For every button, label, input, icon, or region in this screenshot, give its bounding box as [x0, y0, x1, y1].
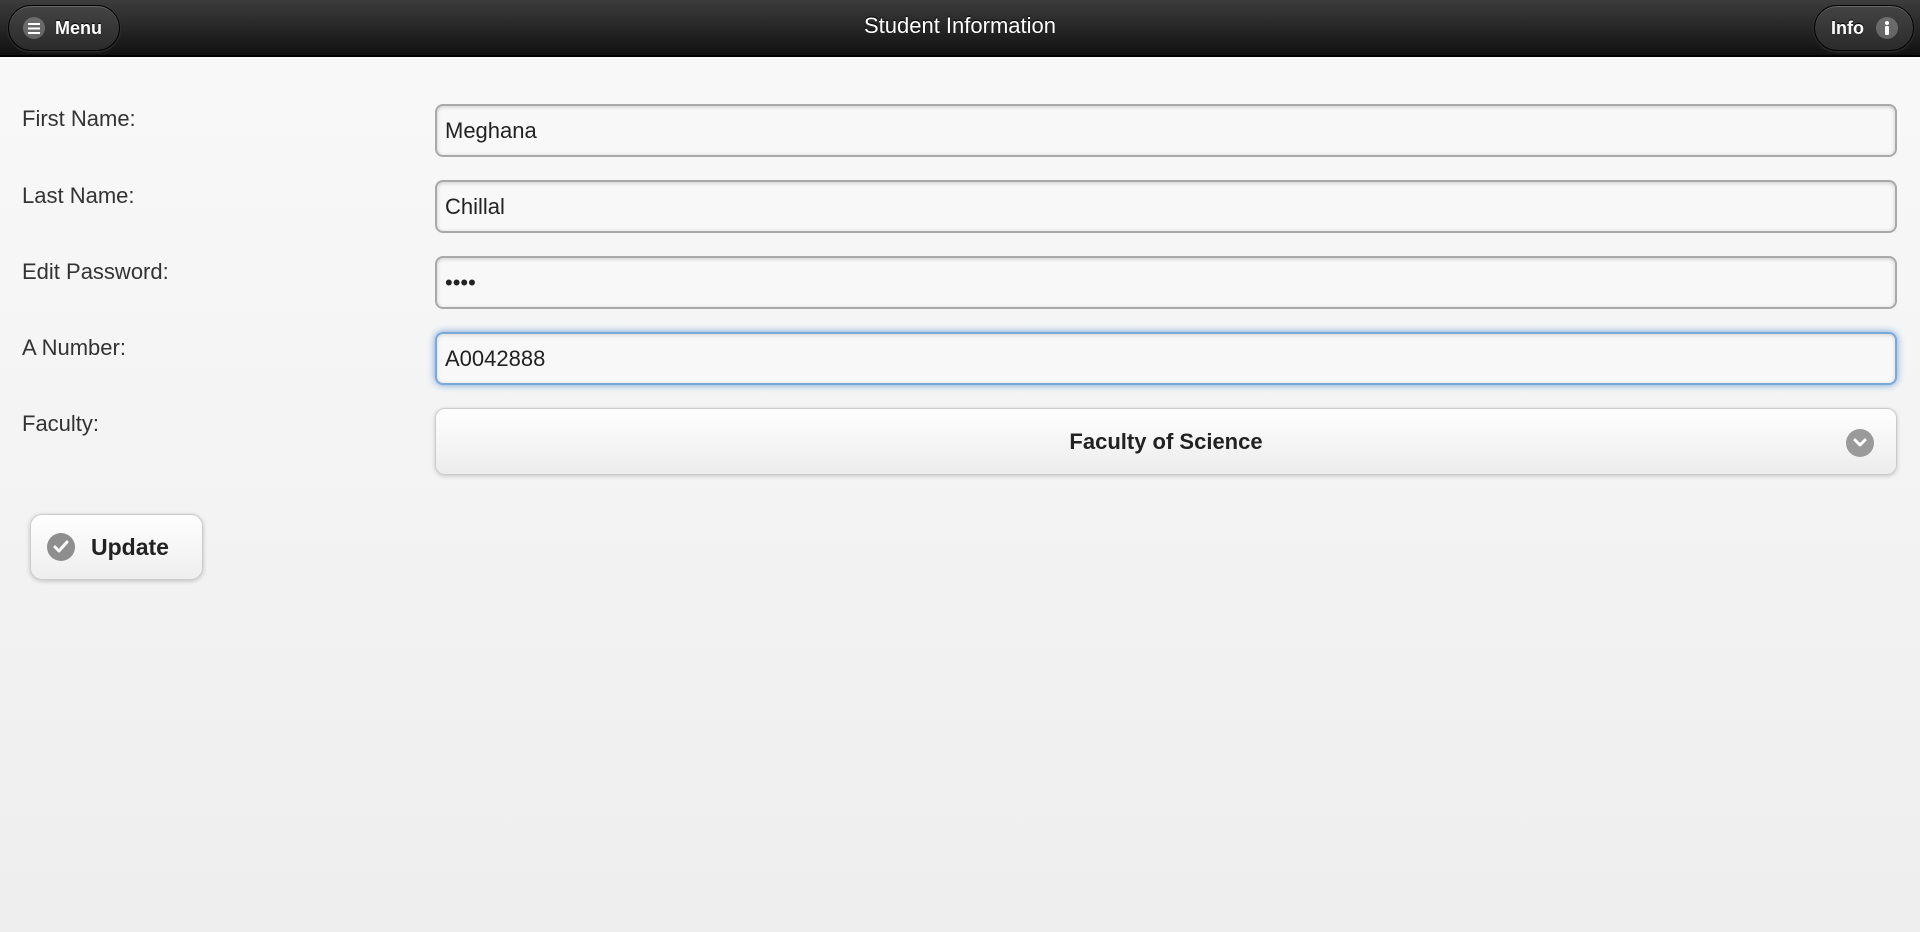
page-title: Student Information: [863, 13, 1056, 38]
last-name-label: Last Name:: [22, 183, 135, 208]
a-number-field[interactable]: [435, 332, 1897, 385]
password-label: Edit Password:: [22, 259, 169, 284]
faculty-label: Faculty:: [22, 411, 100, 436]
update-button[interactable]: Update: [30, 514, 203, 580]
info-button[interactable]: Info: [1814, 5, 1914, 51]
check-icon: [47, 533, 75, 561]
last-name-field[interactable]: [435, 180, 1897, 233]
a-number-label: A Number:: [22, 335, 126, 360]
update-button-label: Update: [91, 533, 169, 560]
chevron-down-icon: [1846, 429, 1874, 457]
header-bar: Menu Student Information Info: [0, 0, 1920, 57]
password-field[interactable]: [435, 256, 1897, 309]
first-name-field[interactable]: [435, 104, 1897, 157]
info-button-label: Info: [1831, 17, 1864, 38]
faculty-select[interactable]: Faculty of Science: [435, 408, 1897, 475]
faculty-selected-value: Faculty of Science: [1069, 428, 1263, 454]
info-icon: [1876, 17, 1898, 39]
first-name-label: First Name:: [22, 106, 136, 131]
